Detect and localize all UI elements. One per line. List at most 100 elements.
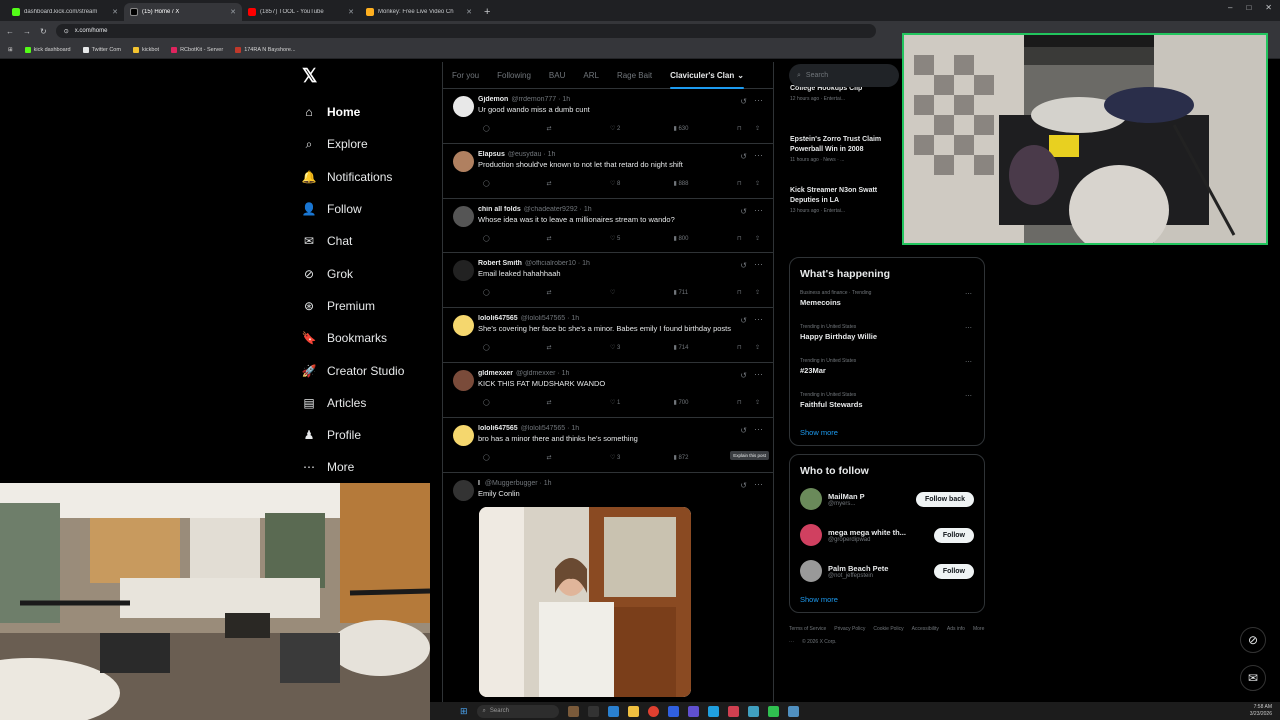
- post-more-icon[interactable]: ⋯: [754, 369, 763, 380]
- post-author-handle[interactable]: @lololi547565 · 1h: [521, 425, 579, 432]
- reply-icon[interactable]: ◯: [483, 180, 547, 187]
- suggested-user-name[interactable]: MailMan P: [828, 492, 865, 501]
- trend-more-icon[interactable]: ⋯: [965, 290, 972, 298]
- bookmark-icon[interactable]: ⊓: [737, 399, 755, 406]
- trend-more-icon[interactable]: ⋯: [965, 358, 972, 366]
- app-icon[interactable]: [727, 705, 739, 717]
- trend-more-icon[interactable]: ⋯: [965, 392, 972, 400]
- views-button[interactable]: ▮ 714: [674, 344, 738, 351]
- grok-explain-icon[interactable]: ↺: [740, 371, 747, 380]
- retweet-icon[interactable]: ⇄: [547, 289, 611, 296]
- post-author-handle[interactable]: @gldmexxer · 1h: [516, 370, 569, 377]
- reply-icon[interactable]: ◯: [483, 454, 547, 461]
- show-more-link[interactable]: Show more: [800, 595, 974, 604]
- suggested-user-name[interactable]: mega mega white th...: [828, 528, 906, 537]
- nav-item-profile[interactable]: ♟ Profile: [300, 419, 440, 451]
- back-icon[interactable]: ←: [6, 27, 14, 36]
- bookmark-icon[interactable]: ⊓: [737, 235, 755, 242]
- views-button[interactable]: ▮ 700: [674, 399, 738, 406]
- browser-tab[interactable]: Monkey: Free Live Video Ch ✕: [360, 3, 478, 21]
- like-button[interactable]: ♡ 3: [610, 344, 674, 351]
- apps-icon[interactable]: ⊞: [8, 47, 13, 53]
- feed-tab[interactable]: Claviculer's Clan ⌄: [670, 71, 744, 89]
- avatar[interactable]: [453, 205, 474, 227]
- post-image[interactable]: [479, 506, 691, 697]
- reply-icon[interactable]: ◯: [483, 344, 547, 351]
- post-author-handle[interactable]: @officialrober10 · 1h: [525, 260, 590, 267]
- nav-item-grok[interactable]: ⊘ Grok: [300, 257, 440, 289]
- x-logo-icon[interactable]: 𝕏: [302, 66, 324, 88]
- bookmark-icon[interactable]: ⊓: [737, 344, 755, 351]
- chevron-down-icon[interactable]: ⌄: [737, 71, 744, 80]
- feed-tab[interactable]: Following: [497, 71, 531, 80]
- search-box[interactable]: ⌕ Search: [789, 64, 899, 87]
- views-button[interactable]: ▮ 888: [674, 180, 738, 187]
- like-button[interactable]: ♡: [610, 289, 674, 296]
- feed-tab[interactable]: ARL: [583, 71, 599, 80]
- avatar[interactable]: [453, 479, 474, 501]
- app-icon[interactable]: [567, 705, 579, 717]
- like-button[interactable]: ♡ 1: [610, 399, 674, 406]
- avatar[interactable]: [453, 260, 474, 282]
- trend-item[interactable]: Business and finance · Trending Memecoins…: [800, 290, 974, 324]
- post-more-icon[interactable]: ⋯: [754, 424, 763, 435]
- views-button[interactable]: ▮ 800: [674, 235, 738, 242]
- grok-explain-icon[interactable]: ↺: [740, 207, 747, 216]
- footer-link[interactable]: Accessibility: [912, 626, 939, 632]
- nav-item-articles[interactable]: ▤ Articles: [300, 387, 440, 419]
- avatar[interactable]: [453, 96, 474, 117]
- browser-tab[interactable]: (15) Home / X ✕: [124, 3, 242, 21]
- forward-icon[interactable]: →: [23, 27, 31, 36]
- tab-close-icon[interactable]: ✕: [112, 8, 118, 16]
- windows-start-icon[interactable]: ⊞: [460, 706, 468, 717]
- avatar[interactable]: [453, 369, 474, 391]
- retweet-icon[interactable]: ⇄: [547, 399, 611, 406]
- follow-button[interactable]: Follow: [933, 563, 974, 579]
- post-more-icon[interactable]: ⋯: [754, 479, 763, 490]
- like-button[interactable]: ♡ 8: [610, 180, 674, 187]
- chrome-icon[interactable]: [647, 705, 659, 717]
- site-info-icon[interactable]: ⊙: [64, 28, 69, 35]
- follow-suggestion[interactable]: Palm Beach Pete @not_jeffepstein Follow: [800, 553, 974, 589]
- bookmark-icon[interactable]: ⊓: [737, 125, 755, 132]
- post-author-name[interactable]: chin all folds: [478, 206, 521, 213]
- share-icon[interactable]: ⇪: [755, 344, 765, 351]
- avatar[interactable]: [800, 560, 822, 582]
- app-icon[interactable]: [707, 705, 719, 717]
- share-icon[interactable]: ⇪: [755, 399, 765, 406]
- bookmark-icon[interactable]: ⊓: [737, 289, 755, 296]
- avatar[interactable]: [453, 150, 474, 172]
- tab-close-icon[interactable]: ✕: [466, 8, 472, 16]
- post-author-handle[interactable]: @Muggerbugger · 1h: [485, 480, 552, 487]
- feed-tab[interactable]: BAU: [549, 71, 565, 80]
- app-icon[interactable]: [607, 705, 619, 717]
- grok-explain-icon[interactable]: ↺: [740, 481, 747, 490]
- views-button[interactable]: ▮ 711: [674, 289, 738, 296]
- retweet-icon[interactable]: ⇄: [547, 344, 611, 351]
- avatar[interactable]: [453, 424, 474, 446]
- avatar[interactable]: [800, 488, 822, 510]
- browser-tab[interactable]: (1857) TOOL - YouTube ✕: [242, 3, 360, 21]
- views-button[interactable]: ▮ 872: [674, 454, 738, 461]
- nav-item-more[interactable]: ⋯ More: [300, 451, 440, 483]
- grok-explain-icon[interactable]: ↺: [740, 261, 747, 270]
- feed-tab[interactable]: Rage Bait: [617, 71, 652, 80]
- browser-tab[interactable]: dashboard.kick.com/stream ✕: [6, 3, 124, 21]
- footer-link[interactable]: Ads info: [947, 626, 965, 632]
- post[interactable]: Elapsus @eusydau · 1h Production should've…: [443, 144, 773, 199]
- taskbar-search[interactable]: ⌕ Search: [476, 704, 559, 718]
- app-icon[interactable]: [587, 705, 599, 717]
- trend-more-icon[interactable]: ⋯: [965, 324, 972, 332]
- reload-icon[interactable]: ↻: [40, 27, 47, 36]
- post[interactable]: chin all folds @chadeater9292 · 1h Whose i…: [443, 199, 773, 254]
- messages-fab-icon[interactable]: ✉: [1240, 665, 1266, 691]
- post[interactable]: lololi647565 @lololi547565 · 1h bro has a …: [443, 418, 773, 473]
- follow-button[interactable]: Follow back: [915, 491, 974, 507]
- grok-explain-icon[interactable]: ↺: [740, 97, 747, 106]
- bookmark-item[interactable]: kickbot: [132, 46, 159, 53]
- post[interactable]: Gjdemon @rrdemon777 · 1h Ur good wando mis…: [443, 89, 773, 144]
- post-author-name[interactable]: Elapsus: [478, 151, 505, 158]
- folder-icon[interactable]: [627, 705, 639, 717]
- footer-link[interactable]: © 2026 X Corp.: [802, 639, 837, 645]
- post-more-icon[interactable]: ⋯: [754, 314, 763, 325]
